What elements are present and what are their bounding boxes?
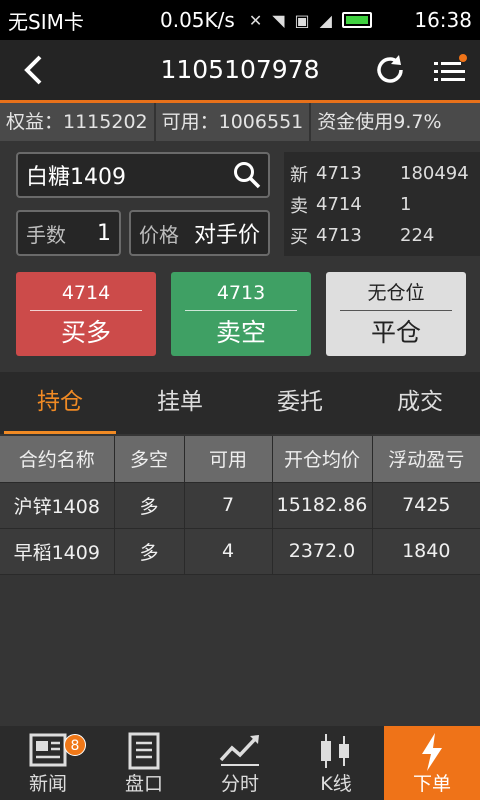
close-label: 平仓 — [370, 318, 421, 347]
quantity-value: 1 — [97, 220, 111, 246]
column-header: 浮动盈亏 — [372, 436, 480, 483]
sell-short-button[interactable]: 4713 卖空 — [171, 272, 311, 356]
cell-direction: 多 — [114, 482, 185, 529]
tab-pending[interactable]: 挂单 — [120, 372, 240, 434]
cell-available: 7 — [184, 482, 273, 529]
quote-row-ask: 卖 4714 1 — [284, 189, 480, 220]
quote-label: 新 — [290, 164, 308, 186]
nav-label: 盘口 — [124, 773, 163, 795]
battery-icon — [341, 12, 372, 28]
price-label: 价格 — [139, 222, 179, 247]
quote-price: 4713 — [316, 163, 362, 184]
quantity-field[interactable]: 手数 1 — [16, 210, 121, 256]
news-badge: 8 — [64, 734, 86, 756]
nav-timeshare[interactable]: 分时 — [192, 726, 288, 800]
timeshare-icon — [219, 735, 259, 766]
quote-label: 卖 — [290, 195, 308, 217]
price-value: 对手价 — [193, 223, 260, 248]
quote-price: 4714 — [316, 194, 362, 215]
status-bar: 无SIM卡 0.05K/s ✕ ◥ ▣ ◢ 16:38 — [0, 0, 480, 40]
search-icon[interactable] — [232, 160, 262, 190]
cell-contract: 沪锌1408 — [0, 482, 115, 529]
quote-panel: 新 4713 180494 卖 4714 1 买 4713 224 — [284, 152, 480, 256]
column-header: 多空 — [114, 436, 185, 483]
quote-volume: 180494 — [400, 163, 469, 184]
cell-contract: 早稻1409 — [0, 528, 115, 575]
nav-news[interactable]: 8 新闻 — [0, 726, 96, 800]
menu-icon — [434, 54, 467, 81]
tab-positions[interactable]: 持仓 — [0, 372, 120, 434]
account-summary: 权益：1115202 可用：1006551 资金使用9.7% — [0, 103, 480, 141]
sell-label: 卖空 — [215, 318, 266, 347]
carrier-text: 无SIM卡 — [8, 9, 84, 34]
lightning-icon — [422, 733, 442, 771]
equity-text: 权益：1115202 — [0, 103, 156, 141]
contract-value: 白糖1409 — [26, 165, 126, 190]
table-row[interactable]: 早稻1409 多 4 2372.0 1840 — [0, 528, 480, 575]
quote-row-bid: 买 4713 224 — [284, 220, 480, 251]
tab-orders[interactable]: 委托 — [240, 372, 360, 434]
buy-long-button[interactable]: 4714 买多 — [16, 272, 156, 356]
quote-volume: 1 — [400, 194, 412, 215]
cell-available: 4 — [184, 528, 273, 575]
nav-label: 分时 — [220, 773, 259, 795]
notification-icon: ▣ — [294, 10, 310, 30]
nav-label: K线 — [320, 773, 352, 795]
quote-volume: 224 — [400, 225, 435, 246]
cell-avg-price: 2372.0 — [272, 528, 373, 575]
cell-pnl: 7425 — [372, 482, 480, 529]
column-header: 开仓均价 — [272, 436, 373, 483]
nav-place-order[interactable]: 下单 — [384, 726, 480, 800]
kline-icon — [321, 734, 349, 768]
account-title: 1105107978 — [160, 55, 320, 84]
cell-direction: 多 — [114, 528, 185, 575]
cell-pnl: 1840 — [372, 528, 480, 575]
price-field[interactable]: 价格 对手价 — [129, 210, 270, 256]
positions-table: 合约名称 多空 可用 开仓均价 浮动盈亏 沪锌1408 多 7 15182.86… — [0, 436, 480, 575]
position-status: 无仓位 — [367, 282, 425, 304]
column-header: 可用 — [184, 436, 273, 483]
mute-icon: ✕ — [248, 10, 263, 30]
sell-price: 4713 — [216, 282, 266, 304]
refresh-icon — [377, 55, 403, 83]
nav-label: 下单 — [412, 773, 451, 795]
news-icon — [29, 733, 67, 767]
orderbook-icon — [128, 732, 160, 770]
status-icons: ✕ ◥ ▣ ◢ — [249, 11, 372, 30]
nav-label: 新闻 — [28, 773, 67, 795]
quote-label: 买 — [290, 226, 308, 248]
fund-usage-text: 资金使用9.7% — [317, 111, 442, 133]
close-position-button[interactable]: 无仓位 平仓 — [326, 272, 466, 356]
table-header-row: 合约名称 多空 可用 开仓均价 浮动盈亏 — [0, 436, 480, 483]
available-text: 可用：1006551 — [156, 103, 312, 141]
title-bar: 1105107978 — [0, 40, 480, 100]
wifi-icon: ◥ — [272, 10, 285, 30]
quote-price: 4713 — [316, 225, 362, 246]
quantity-label: 手数 — [26, 222, 66, 247]
bottom-navigation: 8 新闻 盘口 分时 K线 下单 — [0, 726, 480, 800]
nav-kline[interactable]: K线 — [288, 726, 384, 800]
network-speed: 0.05K/s — [160, 8, 235, 32]
refresh-button[interactable] — [372, 52, 408, 88]
back-arrow-icon — [24, 55, 42, 85]
cell-avg-price: 15182.86 — [272, 482, 373, 529]
tab-trades[interactable]: 成交 — [360, 372, 480, 434]
nav-orderbook[interactable]: 盘口 — [96, 726, 192, 800]
table-row[interactable]: 沪锌1408 多 7 15182.86 7425 — [0, 482, 480, 529]
menu-button[interactable] — [432, 52, 468, 88]
position-tabs: 持仓 挂单 委托 成交 — [0, 372, 480, 434]
clock: 16:38 — [414, 8, 472, 32]
buy-label: 买多 — [60, 318, 111, 347]
column-header: 合约名称 — [0, 436, 115, 483]
contract-search-field[interactable]: 白糖1409 — [16, 152, 270, 198]
quote-row-last: 新 4713 180494 — [284, 158, 480, 189]
signal-icon: ◢ — [319, 10, 332, 30]
back-button[interactable] — [14, 48, 54, 92]
buy-price: 4714 — [61, 282, 111, 304]
